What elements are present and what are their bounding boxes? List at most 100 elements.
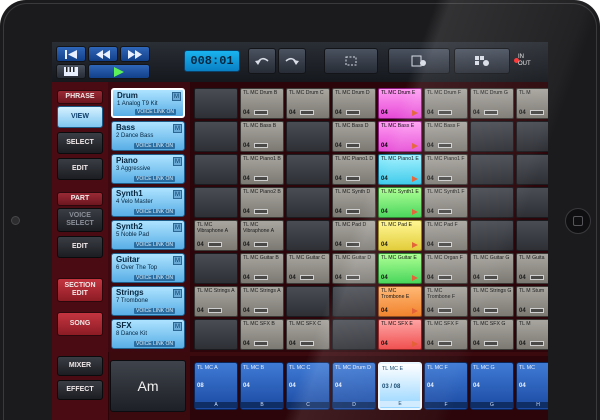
clip-cell[interactable]: TL MC Drum D 04 xyxy=(332,88,376,119)
clip-cell[interactable]: TL M 04 xyxy=(516,88,548,119)
mute-button[interactable]: M xyxy=(173,157,182,166)
mixer-button[interactable]: MIXER xyxy=(57,356,103,376)
mute-button[interactable]: M xyxy=(173,223,182,232)
clip-cell[interactable]: TL M Stum 04 xyxy=(516,286,548,317)
home-button[interactable] xyxy=(565,208,591,234)
clip-cell[interactable]: TL MC Strings A 04 xyxy=(194,286,238,317)
mute-button[interactable]: M xyxy=(173,124,182,133)
clip-cell[interactable]: TL MC Vibraphone A 04 xyxy=(194,220,238,251)
empty-clip-slot[interactable] xyxy=(470,154,514,185)
clip-cell[interactable]: TL MC Guitar B 04 xyxy=(240,253,284,284)
scene-g[interactable]: TL MC G 04 G xyxy=(470,362,514,410)
empty-clip-slot[interactable] xyxy=(470,121,514,152)
clip-cell[interactable]: TL MC Pad E 04 xyxy=(378,220,422,251)
clip-cell[interactable]: TL MC Drum F 04 xyxy=(424,88,468,119)
in-out-label[interactable]: IN OUT xyxy=(518,54,544,68)
select-button[interactable]: SELECT xyxy=(57,132,103,154)
empty-clip-slot[interactable] xyxy=(516,187,548,218)
empty-clip-slot[interactable] xyxy=(194,88,238,119)
empty-clip-slot[interactable] xyxy=(194,154,238,185)
scene-d[interactable]: TL MC Drum D 04 D xyxy=(332,362,376,410)
view-button[interactable]: VIEW xyxy=(57,106,103,128)
clip-cell[interactable]: TL MC Strings A 04 xyxy=(240,286,284,317)
keyboard-button[interactable] xyxy=(56,64,86,79)
clip-cell[interactable]: TL MC Guitar G 04 xyxy=(470,253,514,284)
clip-cell[interactable]: TL M Guita 04 xyxy=(516,253,548,284)
track-piano[interactable]: Piano 3 Aggressive VOICE LINK ON M xyxy=(111,154,185,184)
empty-clip-slot[interactable] xyxy=(286,121,330,152)
settings-menu-button[interactable] xyxy=(388,48,450,74)
empty-clip-slot[interactable] xyxy=(470,220,514,251)
voice-select-button[interactable]: VOICE SELECT xyxy=(57,208,103,232)
clip-cell[interactable]: TL MC SFX C 04 xyxy=(286,319,330,350)
mute-button[interactable]: M xyxy=(173,190,182,199)
mute-button[interactable]: M xyxy=(173,289,182,298)
track-synth1[interactable]: Synth1 4 Velo Master VOICE LINK ON M xyxy=(111,187,185,217)
undo-button[interactable] xyxy=(248,48,276,74)
clip-cell[interactable]: TL MC Guitar E 04 xyxy=(378,253,422,284)
empty-clip-slot[interactable] xyxy=(286,154,330,185)
empty-clip-slot[interactable] xyxy=(286,187,330,218)
chord-pad[interactable]: Am xyxy=(110,360,186,412)
empty-clip-slot[interactable] xyxy=(332,286,376,317)
scene-e[interactable]: TL MC E 03 / 08 E xyxy=(378,362,422,410)
clip-cell[interactable]: TL MC Drum G 04 xyxy=(470,88,514,119)
mute-button[interactable]: M xyxy=(173,322,182,331)
mute-button[interactable]: M xyxy=(172,92,181,101)
clip-cell[interactable]: TL MC Piano1 E 04 xyxy=(378,154,422,185)
empty-clip-slot[interactable] xyxy=(194,121,238,152)
track-bass[interactable]: Bass 2 Dance Bass VOICE LINK ON M xyxy=(111,121,185,151)
clip-cell[interactable]: TL MC Synth D 04 xyxy=(332,187,376,218)
clip-cell[interactable]: TL MC Synth1 F 04 xyxy=(424,187,468,218)
clip-cell[interactable]: TL MC Bass F 04 xyxy=(424,121,468,152)
part-edit-button[interactable]: EDIT xyxy=(57,236,103,258)
scene-c[interactable]: TL MC C 04 C xyxy=(286,362,330,410)
clip-cell[interactable]: TL MC Trombone E 04 xyxy=(378,286,422,317)
clip-cell[interactable]: TL MC Trombone F 04 xyxy=(424,286,468,317)
empty-clip-slot[interactable] xyxy=(332,319,376,350)
fast-forward-button[interactable] xyxy=(120,46,150,62)
select-box-button[interactable] xyxy=(324,48,378,74)
play-button[interactable] xyxy=(88,64,150,79)
empty-clip-slot[interactable] xyxy=(194,319,238,350)
clip-cell[interactable]: TL MC SFX F 04 xyxy=(424,319,468,350)
skip-to-start-button[interactable] xyxy=(56,46,86,62)
scene-b[interactable]: TL MC B 04 B xyxy=(240,362,284,410)
grid-settings-button[interactable] xyxy=(454,48,510,74)
empty-clip-slot[interactable] xyxy=(516,220,548,251)
track-drum[interactable]: Drum 1 Analog T9 Kit VOICE LINK ON M xyxy=(111,88,185,118)
empty-clip-slot[interactable] xyxy=(194,187,238,218)
scene-h[interactable]: TL MC 04 H xyxy=(516,362,548,410)
clip-cell[interactable]: TL MC Strings G 04 xyxy=(470,286,514,317)
clip-cell[interactable]: TL MC Pad F 04 xyxy=(424,220,468,251)
empty-clip-slot[interactable] xyxy=(470,187,514,218)
track-synth2[interactable]: Synth2 5 Noble Pad VOICE LINK ON M xyxy=(111,220,185,250)
effect-button[interactable]: EFFECT xyxy=(57,380,103,400)
phrase-edit-button[interactable]: EDIT xyxy=(57,158,103,180)
clip-cell[interactable]: TL MC SFX G 04 xyxy=(470,319,514,350)
clip-cell[interactable]: TL MC Pad D 04 xyxy=(332,220,376,251)
clip-cell[interactable]: TL MC Bass B 04 xyxy=(240,121,284,152)
empty-clip-slot[interactable] xyxy=(516,154,548,185)
empty-clip-slot[interactable] xyxy=(286,220,330,251)
track-sfx[interactable]: SFX 8 Dance Kit VOICE LINK ON M xyxy=(111,319,185,349)
empty-clip-slot[interactable] xyxy=(286,286,330,317)
scene-a[interactable]: TL MC A 08 A xyxy=(194,362,238,410)
clip-cell[interactable]: TL MC Piano1 B 04 xyxy=(240,154,284,185)
mute-button[interactable]: M xyxy=(173,256,182,265)
clip-cell[interactable]: TL MC Guitar D 04 xyxy=(332,253,376,284)
clip-cell[interactable]: TL MC SFX B 04 xyxy=(240,319,284,350)
clip-cell[interactable]: TL MC Drum C 04 xyxy=(286,88,330,119)
redo-button[interactable] xyxy=(278,48,306,74)
clip-cell[interactable]: TL MC Guitar C 04 xyxy=(286,253,330,284)
clip-cell[interactable]: TL MC Bass D 04 xyxy=(332,121,376,152)
track-strings[interactable]: Strings 7 Trombone VOICE LINK ON M xyxy=(111,286,185,316)
empty-clip-slot[interactable] xyxy=(516,121,548,152)
clip-cell[interactable]: TL MC Piano2 B 04 xyxy=(240,187,284,218)
rewind-button[interactable] xyxy=(88,46,118,62)
clip-cell[interactable]: TL MC SFX E 04 xyxy=(378,319,422,350)
clip-cell[interactable]: TL MC Piano1 F 04 xyxy=(424,154,468,185)
clip-cell[interactable]: TL MC Organ F 04 xyxy=(424,253,468,284)
clip-cell[interactable]: TL M 04 xyxy=(516,319,548,350)
clip-cell[interactable]: TL MC Bass E 04 xyxy=(378,121,422,152)
